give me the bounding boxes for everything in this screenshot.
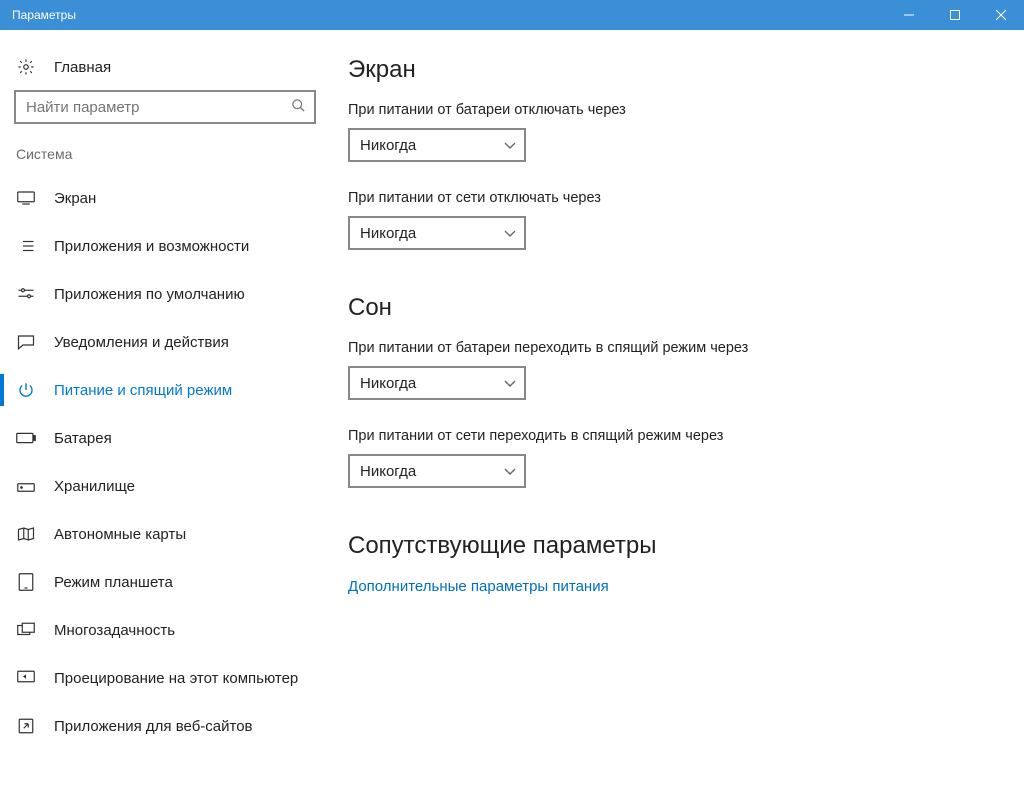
project-icon [16, 670, 36, 686]
drive-icon [16, 479, 36, 493]
sidebar-item-label: Приложения по умолчанию [54, 286, 245, 303]
maximize-button[interactable] [932, 0, 978, 30]
sidebar-item-multitasking[interactable]: Многозадачность [10, 606, 320, 654]
search-icon [291, 98, 306, 116]
sidebar-item-label: Хранилище [54, 478, 135, 495]
sidebar-item-storage[interactable]: Хранилище [10, 462, 320, 510]
close-button[interactable] [978, 0, 1024, 30]
sleep-ac-dropdown[interactable]: Никогда [348, 454, 526, 488]
additional-power-settings-link[interactable]: Дополнительные параметры питания [348, 578, 1000, 595]
sidebar-item-apps-websites[interactable]: Приложения для веб-сайтов [10, 702, 320, 750]
sidebar-item-projecting[interactable]: Проецирование на этот компьютер [10, 654, 320, 702]
sleep-ac-label: При питании от сети переходить в спящий … [348, 428, 1000, 444]
section-sleep-header: Сон [348, 294, 1000, 322]
sidebar-item-tablet-mode[interactable]: Режим планшета [10, 558, 320, 606]
sidebar-item-label: Экран [54, 190, 96, 207]
chat-icon [16, 334, 36, 350]
sidebar-item-label: Многозадачность [54, 622, 175, 639]
screen-ac-label: При питании от сети отключать через [348, 190, 1000, 206]
sidebar-home[interactable]: Главная [10, 50, 320, 90]
screen-battery-dropdown[interactable]: Никогда [348, 128, 526, 162]
chevron-down-icon [504, 463, 516, 480]
section-related-header: Сопутствующие параметры [348, 532, 1000, 560]
section-screen-header: Экран [348, 56, 1000, 84]
dropdown-value: Никогда [360, 375, 504, 392]
screen-battery-label: При питании от батареи отключать через [348, 102, 1000, 118]
sidebar-item-power-sleep[interactable]: Питание и спящий режим [10, 366, 320, 414]
window-title: Параметры [12, 8, 886, 22]
sidebar-item-label: Приложения для веб-сайтов [54, 718, 253, 735]
minimize-button[interactable] [886, 0, 932, 30]
sidebar-item-offline-maps[interactable]: Автономные карты [10, 510, 320, 558]
sidebar-item-label: Батарея [54, 430, 112, 447]
chevron-down-icon [504, 225, 516, 242]
multitask-icon [16, 622, 36, 638]
power-icon [16, 381, 36, 399]
sidebar-item-default-apps[interactable]: Приложения по умолчанию [10, 270, 320, 318]
gear-icon [16, 58, 36, 76]
main-content: Экран При питании от батареи отключать ч… [330, 30, 1024, 788]
titlebar: Параметры [0, 0, 1024, 30]
sidebar-item-label: Уведомления и действия [54, 334, 229, 351]
sidebar-category: Система [10, 142, 320, 174]
sidebar-item-label: Проецирование на этот компьютер [54, 670, 298, 687]
search-box[interactable] [14, 90, 316, 124]
sidebar-home-label: Главная [54, 59, 111, 76]
map-icon [16, 526, 36, 542]
battery-icon [16, 432, 36, 444]
sidebar: Главная Система Экран Приложения и возмо… [0, 30, 330, 788]
sidebar-item-battery[interactable]: Батарея [10, 414, 320, 462]
dropdown-value: Никогда [360, 225, 504, 242]
monitor-icon [16, 191, 36, 205]
sliders-icon [16, 287, 36, 301]
sidebar-item-label: Режим планшета [54, 574, 173, 591]
chevron-down-icon [504, 375, 516, 392]
dropdown-value: Никогда [360, 463, 504, 480]
chevron-down-icon [504, 137, 516, 154]
sleep-battery-label: При питании от батареи переходить в спящ… [348, 340, 1000, 356]
search-input[interactable] [26, 99, 291, 116]
sidebar-item-label: Автономные карты [54, 526, 186, 543]
sidebar-item-notifications[interactable]: Уведомления и действия [10, 318, 320, 366]
dropdown-value: Никогда [360, 137, 504, 154]
sleep-battery-dropdown[interactable]: Никогда [348, 366, 526, 400]
screen-ac-dropdown[interactable]: Никогда [348, 216, 526, 250]
tablet-icon [16, 573, 36, 591]
list-icon [16, 239, 36, 253]
sidebar-item-display[interactable]: Экран [10, 174, 320, 222]
open-icon [16, 717, 36, 735]
sidebar-item-label: Приложения и возможности [54, 238, 249, 255]
sidebar-item-apps-features[interactable]: Приложения и возможности [10, 222, 320, 270]
sidebar-item-label: Питание и спящий режим [54, 382, 232, 399]
